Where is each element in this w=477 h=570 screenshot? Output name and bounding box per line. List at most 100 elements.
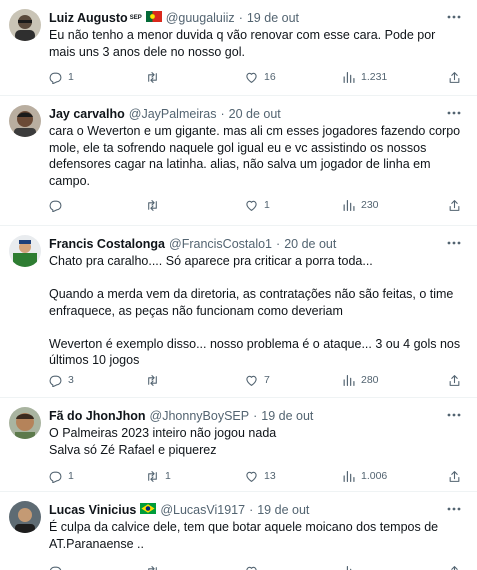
like-button[interactable]: 7 [245, 371, 270, 389]
views-count: 280 [361, 374, 379, 386]
separator-dot: · [238, 11, 243, 25]
retweet-icon [148, 71, 157, 83]
retweet-button[interactable] [146, 68, 165, 86]
separator-dot: · [249, 503, 254, 517]
reply-count: 3 [68, 374, 74, 386]
retweet-button[interactable]: 1 [146, 467, 171, 485]
timestamp[interactable]: 19 de out [247, 10, 299, 26]
brazil-flag-icon [140, 502, 157, 518]
retweet-button[interactable] [146, 371, 165, 389]
tweet-text: Eu não tenho a menor duvida q vão renova… [49, 28, 439, 59]
retweet-button[interactable] [146, 562, 159, 570]
avatar[interactable] [9, 9, 41, 41]
reply-button[interactable]: 3 [49, 371, 74, 389]
retweet-button[interactable] [146, 196, 165, 214]
retweet-icon [148, 565, 157, 570]
avatar[interactable] [9, 235, 41, 267]
tweet-text: O Palmeiras 2023 inteiro não jogou nada … [49, 426, 277, 457]
tweet-3[interactable]: Francis Costalonga @FrancisCostalo1 · 20… [0, 226, 477, 398]
avatar[interactable] [9, 407, 41, 439]
views-button[interactable] [342, 562, 355, 570]
tweet-1[interactable]: Luiz Augusto SEP @guugaluiiz · 19 de out… [0, 0, 477, 96]
more-dots-icon[interactable] [445, 234, 463, 252]
heart-icon [246, 72, 257, 83]
tweet-4[interactable]: Fã do JhonJhon @JhonnyBoySEP · 19 de out… [0, 398, 477, 492]
reply-button[interactable] [49, 196, 68, 214]
share-icon [449, 71, 460, 83]
tweet-2[interactable]: Jay carvalho @JayPalmeiras · 20 de out c… [0, 96, 477, 226]
views-chart-icon [343, 71, 355, 83]
views-button[interactable]: 280 [342, 371, 379, 389]
handle[interactable]: @LucasVi1917 [160, 502, 245, 518]
tweet-text: cara o Weverton e um gigante. mas ali cm… [49, 124, 464, 188]
like-button[interactable]: 1 [245, 196, 270, 214]
retweet-count: 1 [165, 470, 171, 482]
views-button[interactable]: 230 [342, 196, 379, 214]
handle[interactable]: @JhonnyBoySEP [150, 408, 250, 424]
views-chart-icon [343, 374, 355, 386]
handle[interactable]: @JayPalmeiras [129, 106, 217, 122]
like-count: 7 [264, 374, 270, 386]
reply-count: 1 [68, 470, 74, 482]
like-button[interactable] [245, 562, 258, 570]
display-name[interactable]: Francis Costalonga [49, 236, 165, 252]
views-chart-icon [343, 470, 355, 482]
retweet-icon [148, 470, 157, 482]
views-count: 230 [361, 199, 379, 211]
avatar[interactable] [9, 501, 41, 533]
views-count: 1.231 [361, 71, 388, 83]
views-button[interactable]: 1.006 [342, 467, 387, 485]
like-button[interactable]: 13 [245, 467, 276, 485]
reply-icon [49, 375, 62, 387]
views-button[interactable]: 1.231 [342, 68, 387, 86]
share-icon [449, 199, 460, 211]
display-name[interactable]: Jay carvalho [49, 106, 125, 122]
display-name[interactable]: Luiz Augusto [49, 10, 128, 26]
timestamp[interactable]: 19 de out [261, 408, 313, 424]
like-count: 1 [264, 199, 270, 211]
display-name[interactable]: Lucas Vinicius [49, 502, 136, 518]
heart-icon [246, 471, 257, 482]
separator-dot: · [220, 107, 225, 121]
name-suffix: SEP [129, 15, 142, 21]
like-count: 16 [264, 71, 276, 83]
share-button[interactable] [448, 562, 461, 570]
reply-button[interactable]: 1 [49, 467, 74, 485]
reply-icon [49, 471, 62, 483]
more-dots-icon[interactable] [445, 406, 463, 424]
share-button[interactable] [448, 467, 461, 485]
reply-button[interactable]: 1 [49, 68, 74, 86]
separator-dot: · [253, 409, 258, 423]
share-icon [449, 470, 460, 482]
tweet-5[interactable]: Lucas Vinicius @LucasVi1917 · 19 de out … [0, 492, 477, 570]
heart-icon [246, 566, 257, 570]
share-icon [451, 565, 458, 570]
views-chart-icon [343, 199, 355, 211]
timestamp[interactable]: 20 de out [229, 106, 281, 122]
portugal-flag-icon [145, 10, 162, 26]
share-button[interactable] [448, 371, 461, 389]
more-dots-icon[interactable] [445, 500, 463, 518]
reply-icon [49, 72, 62, 84]
timestamp[interactable]: 20 de out [284, 236, 336, 252]
heart-icon [246, 200, 257, 211]
more-dots-icon[interactable] [445, 104, 463, 122]
share-button[interactable] [448, 68, 461, 86]
retweet-icon [148, 199, 157, 211]
more-dots-icon[interactable] [445, 8, 463, 26]
share-button[interactable] [448, 196, 461, 214]
avatar[interactable] [9, 105, 41, 137]
like-button[interactable]: 16 [245, 68, 276, 86]
reply-icon [49, 566, 62, 570]
display-name[interactable]: Fã do JhonJhon [49, 408, 146, 424]
like-count: 13 [264, 470, 276, 482]
views-chart-icon [343, 565, 352, 570]
timestamp[interactable]: 19 de out [257, 502, 309, 518]
views-count: 1.006 [361, 470, 388, 482]
handle[interactable]: @FrancisCostalo1 [169, 236, 272, 252]
handle[interactable]: @guugaluiiz [166, 10, 235, 26]
retweet-icon [148, 374, 157, 386]
separator-dot: · [276, 237, 281, 251]
tweet-text: É culpa da calvice dele, tem que botar a… [49, 520, 441, 551]
reply-button[interactable] [49, 562, 62, 570]
